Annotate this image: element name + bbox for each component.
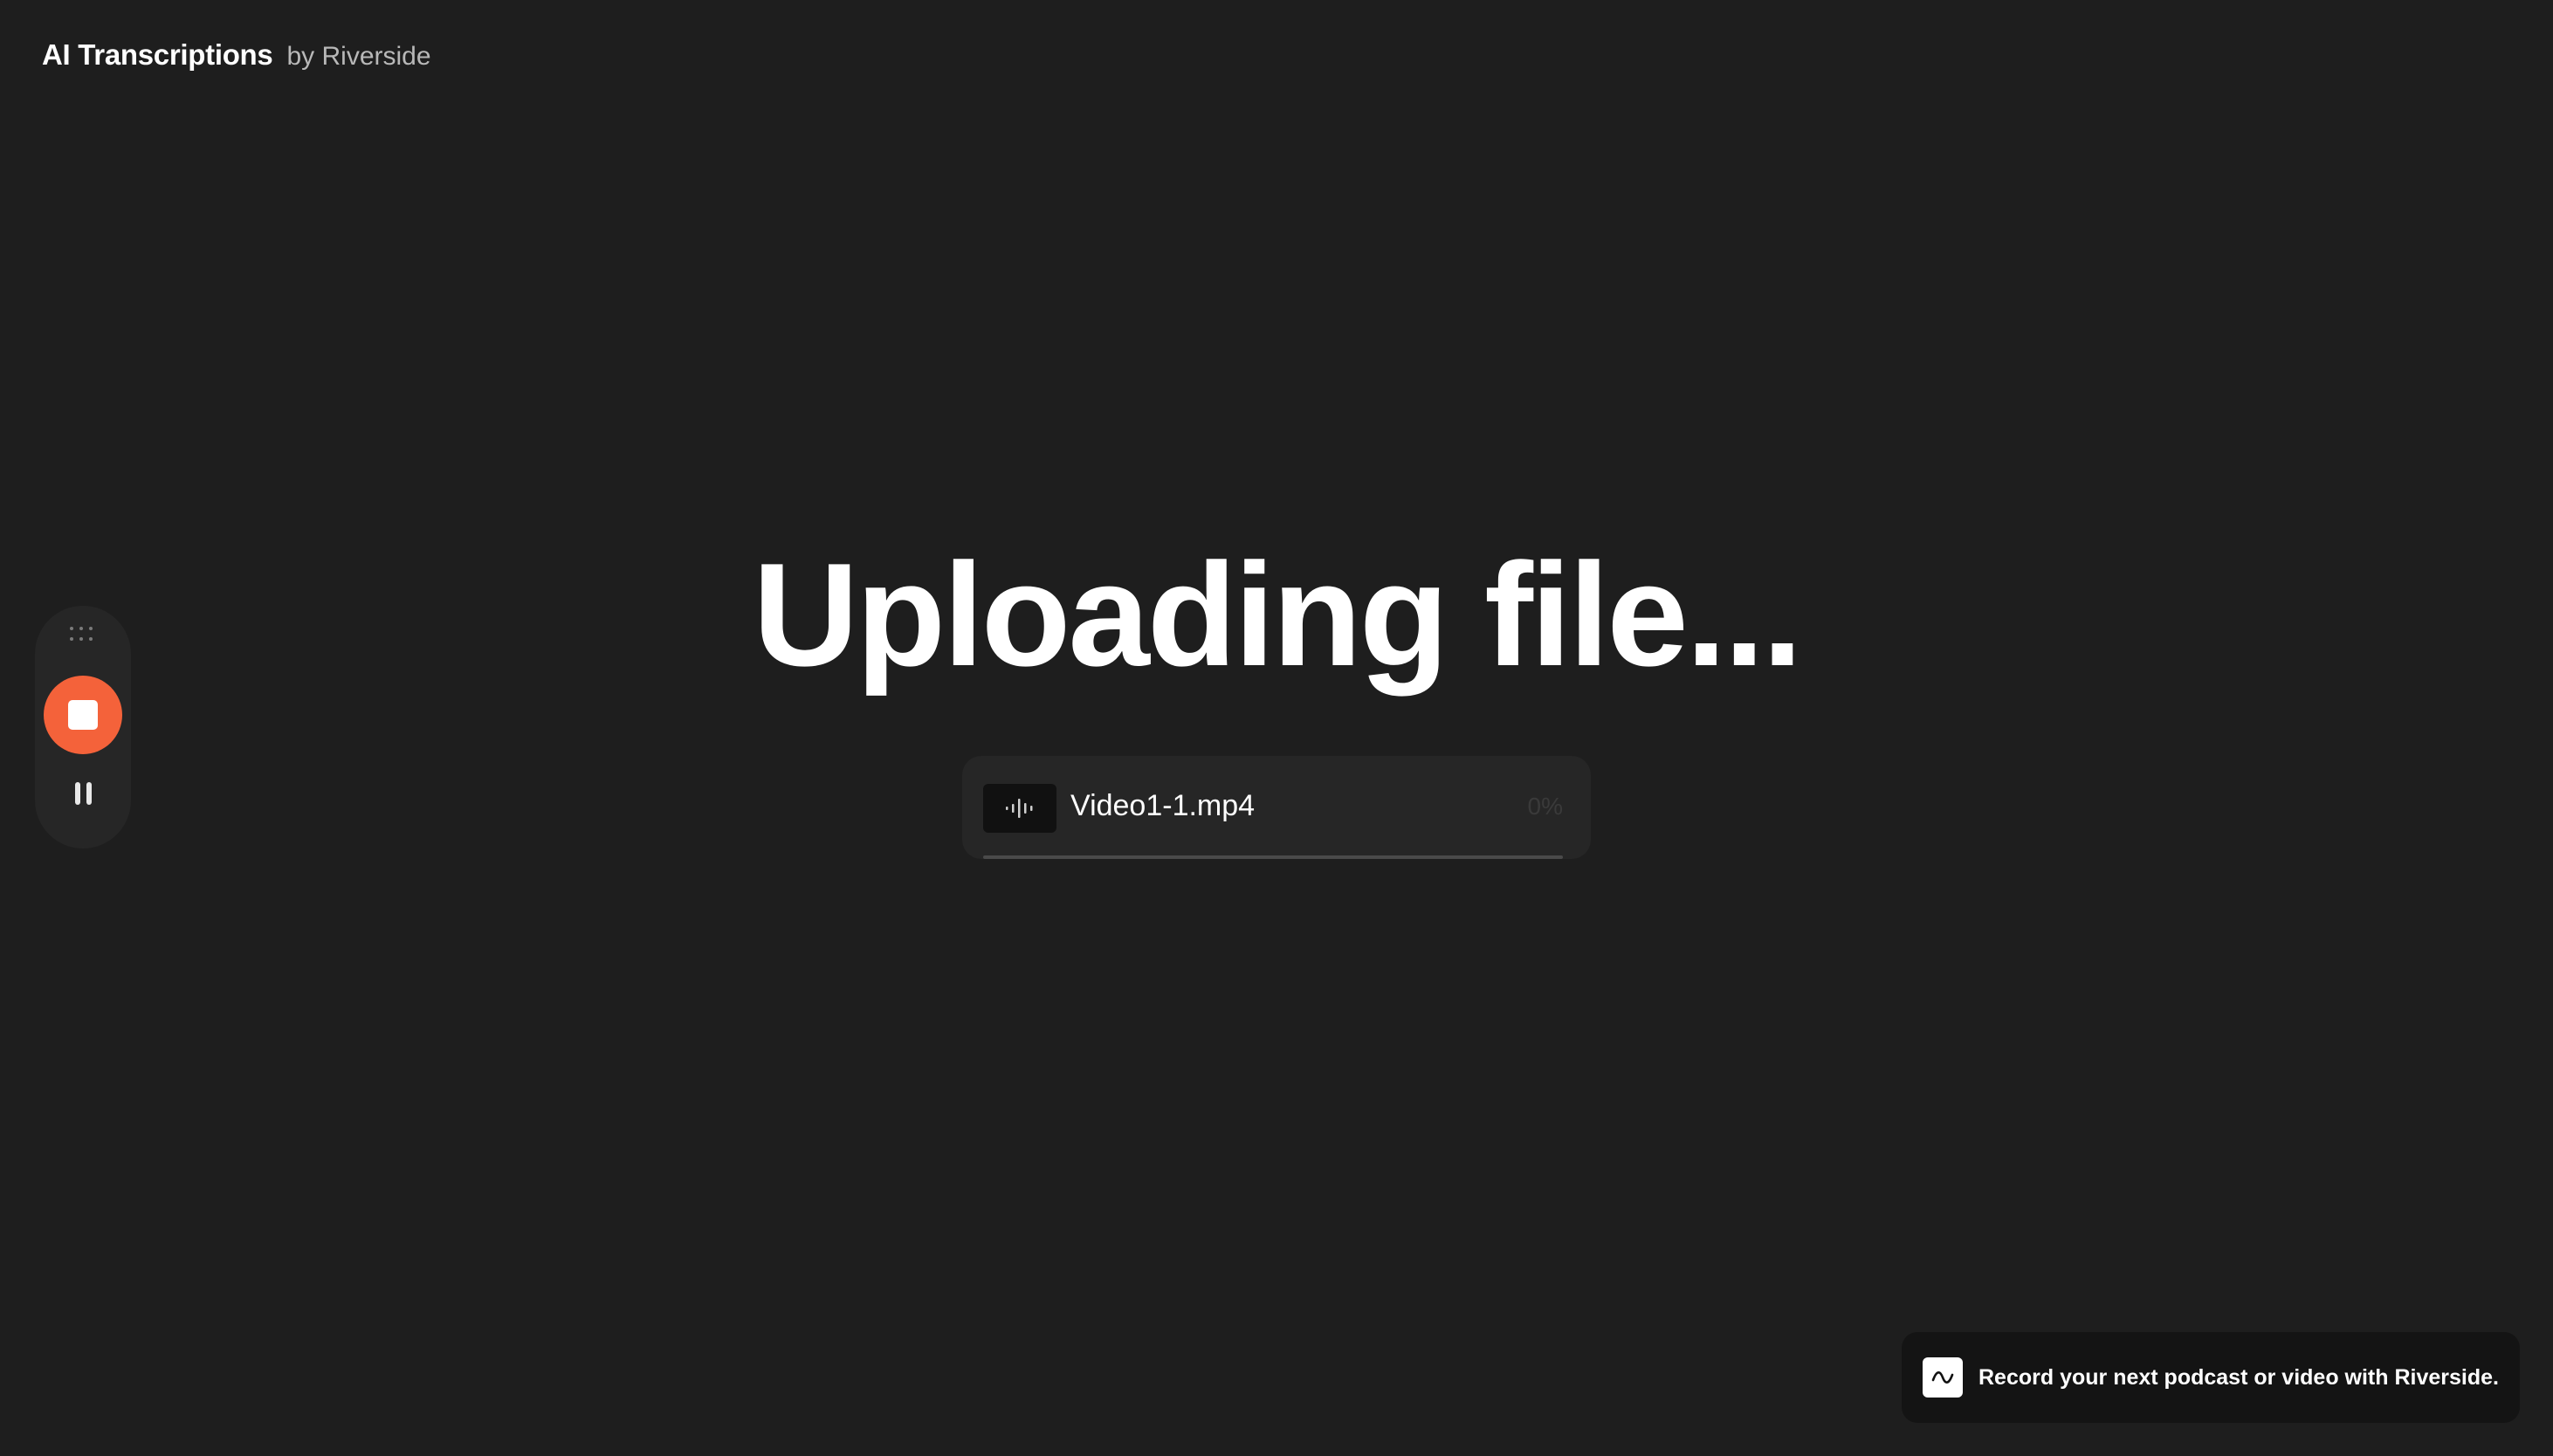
page-title: Uploading file... (753, 532, 1803, 697)
file-name: Video1-1.mp4 (1070, 789, 1256, 822)
upload-percent: 0% (1527, 793, 1563, 820)
app-title: AI Transcriptions (42, 38, 273, 71)
riverside-logo-icon (1923, 1357, 1963, 1398)
pause-button[interactable] (61, 772, 105, 815)
audio-waveform-icon (983, 784, 1056, 833)
promo-text: Record your next podcast or video with R… (1978, 1364, 2499, 1390)
riverside-promo-banner[interactable]: Record your next podcast or video with R… (1902, 1332, 2520, 1423)
upload-file-card: Video1-1.mp4 0% (962, 756, 1591, 859)
upload-progress-bar (983, 855, 1563, 859)
pause-icon (74, 782, 80, 805)
page: AI Transcriptions by Riverside Uploading… (0, 0, 2553, 1456)
brand-header: AI Transcriptions by Riverside (42, 38, 431, 72)
stop-icon (68, 700, 98, 730)
app-subtitle: by Riverside (286, 42, 431, 71)
